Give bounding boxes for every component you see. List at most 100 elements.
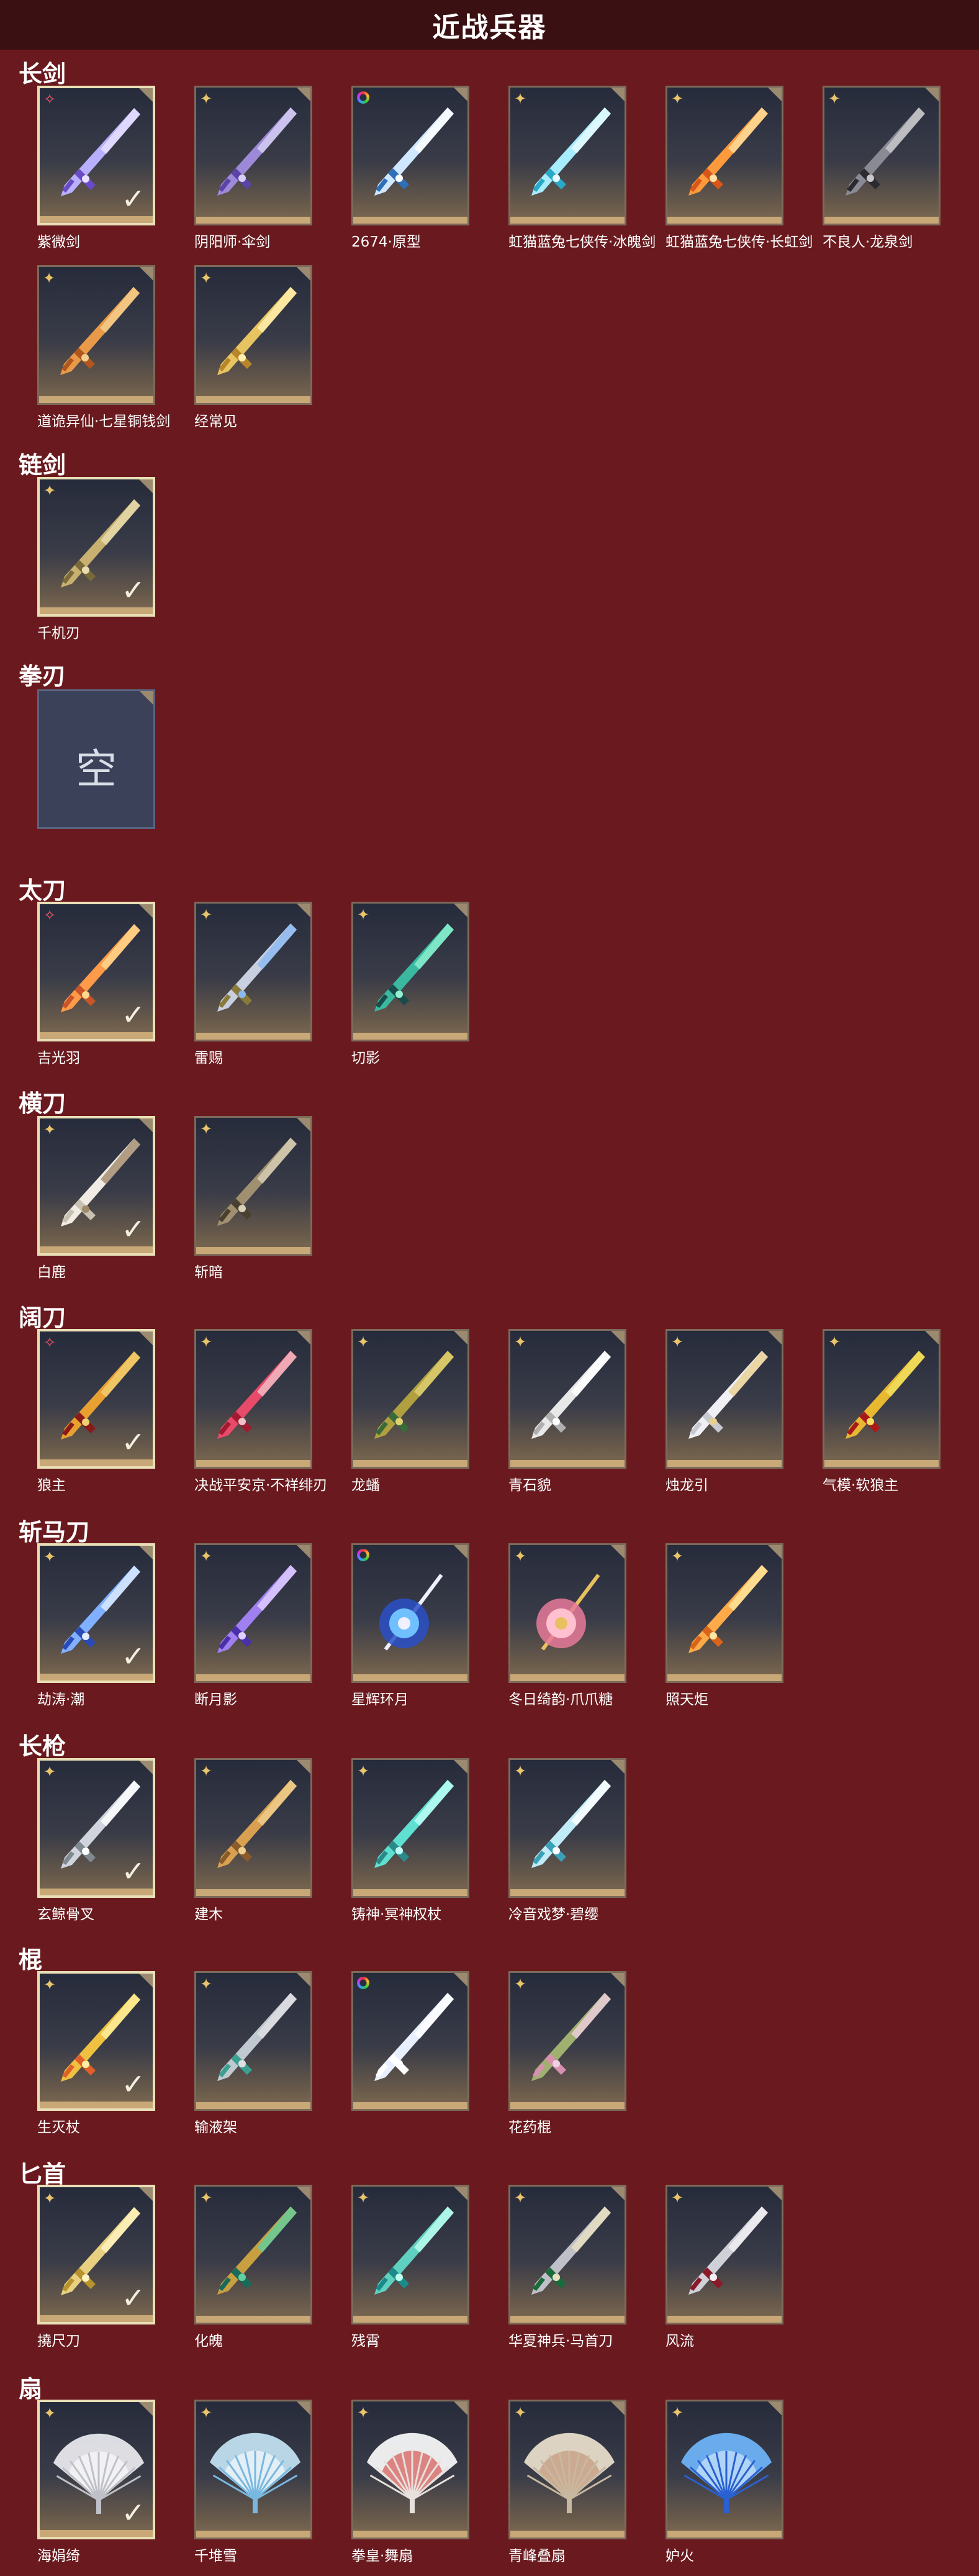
card-bottom-bar [40, 1459, 153, 1466]
weapon-name: 雷赐 [194, 1050, 223, 1066]
corner-mark [297, 2401, 310, 2415]
weapon-card[interactable]: ✦ [194, 2185, 312, 2324]
weapon-name: 气模·软狼主 [823, 1477, 899, 1494]
corner-mark [454, 904, 467, 917]
card-bottom-bar [510, 1889, 625, 1896]
card-bottom-bar [353, 217, 467, 224]
weapon-card[interactable]: ✦ [508, 2185, 626, 2324]
weapon-card[interactable]: ✦ [194, 902, 312, 1041]
coin-sword-icon [60, 287, 140, 375]
weapon-card[interactable] [351, 1543, 469, 1683]
corner-mark [297, 1545, 310, 1559]
weapon-card[interactable]: ✦ [508, 2400, 626, 2539]
weapon-card[interactable]: ✦ [665, 86, 783, 225]
weapon-card[interactable]: ✦ [508, 1543, 626, 1683]
weapon-card[interactable]: ✦ [823, 1329, 941, 1469]
weapon-card[interactable]: ✦ [665, 2185, 783, 2324]
weapon-name: 青峰叠扇 [508, 2548, 566, 2564]
wood-spear-icon [217, 1780, 297, 1868]
rainbow-rarity-icon [357, 1549, 369, 1561]
weapon-card[interactable]: ✦ [508, 86, 626, 225]
corner-mark [140, 691, 153, 705]
weapon-card[interactable]: ✦ ✓ [37, 2400, 155, 2539]
weapon-card[interactable]: ✦ [665, 1329, 783, 1469]
weapon-card[interactable]: ✦ [665, 2400, 783, 2539]
card-bottom-bar [667, 2531, 782, 2537]
blue-feather-fan-icon [681, 2433, 772, 2513]
weapon-name: 妒火 [665, 2548, 694, 2564]
weapon-card[interactable]: ✦ [194, 1329, 312, 1469]
corner-mark [768, 88, 782, 101]
weapon-card[interactable]: ✦ [665, 1543, 783, 1683]
weapon-card[interactable]: ✦ [194, 1543, 312, 1683]
weapon-card[interactable]: ✦ [194, 265, 312, 405]
weapon-card[interactable]: ✦ [351, 902, 469, 1041]
gold-star-icon: ✦ [828, 1333, 841, 1351]
weapon-card[interactable] [351, 1971, 469, 2111]
snow-fan-icon [210, 2433, 300, 2513]
corner-mark [768, 2401, 782, 2415]
section-title: 斩马刀 [19, 1518, 90, 1546]
weapon-name: 生灭杖 [37, 2120, 80, 2136]
weapon-name: 紫微剑 [37, 234, 80, 250]
weapon-name: 劫涛·潮 [37, 1692, 85, 1708]
corner-mark [611, 1331, 625, 1345]
weapon-card[interactable]: ✧ ✓ [37, 1329, 155, 1469]
weapon-card[interactable]: ✦ [508, 1971, 626, 2111]
weapon-name: 千机刃 [37, 625, 80, 642]
weapon-card[interactable]: ✦ [508, 1758, 626, 1898]
weapon-name: 玄鲸骨叉 [37, 1907, 94, 1923]
weapon-card[interactable] [351, 86, 469, 225]
card-bottom-bar [667, 217, 782, 224]
weapon-card[interactable]: ✦ [194, 1758, 312, 1898]
corner-mark [139, 2187, 153, 2201]
card-bottom-bar [353, 2316, 467, 2323]
weapon-card[interactable]: ✦ [351, 2185, 469, 2324]
jade-spear-icon [531, 1780, 611, 1868]
red-blade-icon [217, 1351, 297, 1439]
inflatable-sword-icon [846, 1351, 925, 1439]
gold-star-icon: ✦ [671, 1548, 684, 1565]
card-bottom-bar [196, 217, 310, 224]
weapon-card[interactable]: ✦ ✓ [37, 2185, 155, 2324]
gold-star-icon: ✦ [43, 1548, 56, 1566]
corner-mark [925, 88, 939, 101]
weapon-card[interactable]: ✦ ✓ [37, 1116, 155, 1256]
header-bar: 近战兵器 [0, 0, 979, 50]
weapon-name: 建木 [194, 1907, 223, 1923]
weapon-card[interactable]: ✦ ✓ [37, 477, 155, 617]
weapon-card[interactable]: ✧ ✓ [37, 902, 155, 1041]
gold-star-icon: ✦ [43, 270, 56, 287]
card-bottom-bar [510, 1460, 625, 1467]
card-bottom-bar [667, 1674, 782, 1681]
weapon-card[interactable]: ✧ ✓ [37, 86, 155, 225]
weapon-card[interactable]: ✦ [194, 1116, 312, 1256]
weapon-card[interactable]: ✦ [508, 1329, 626, 1469]
flower-staff-icon [531, 1993, 611, 2081]
corner-mark [768, 1331, 782, 1345]
weapon-card[interactable]: ✦ [194, 2400, 312, 2539]
weapon-card[interactable]: ✦ [351, 1758, 469, 1898]
page-title: 近战兵器 [432, 12, 547, 43]
weapon-card[interactable]: ✦ [823, 86, 941, 225]
weapon-card[interactable]: ✦ ✓ [37, 1543, 155, 1683]
card-bottom-bar [40, 607, 153, 614]
card-bottom-bar [510, 2531, 625, 2537]
weapon-card[interactable]: ✦ [351, 1329, 469, 1469]
moon-glaive-icon [217, 1565, 297, 1653]
gold-star-icon: ✦ [200, 90, 213, 107]
weapon-card[interactable]: ✦ [194, 1971, 312, 2111]
weapon-name: 龙蟠 [351, 1477, 380, 1494]
empty-slot[interactable]: 空 [37, 689, 155, 829]
weapon-card[interactable]: ✦ [194, 86, 312, 225]
weapon-card[interactable]: ✦ ✓ [37, 1971, 155, 2111]
lightsaber-icon [374, 107, 454, 196]
weapon-name: 切影 [351, 1050, 380, 1066]
weapon-name: 风流 [665, 2333, 694, 2349]
card-bottom-bar [40, 1889, 153, 1895]
weapon-card[interactable]: ✦ [37, 265, 155, 405]
candle-dragon-icon [688, 1351, 768, 1439]
weapon-card[interactable]: ✦ ✓ [37, 1758, 155, 1898]
weapon-card[interactable]: ✦ [351, 2400, 469, 2539]
corner-mark [140, 267, 153, 281]
